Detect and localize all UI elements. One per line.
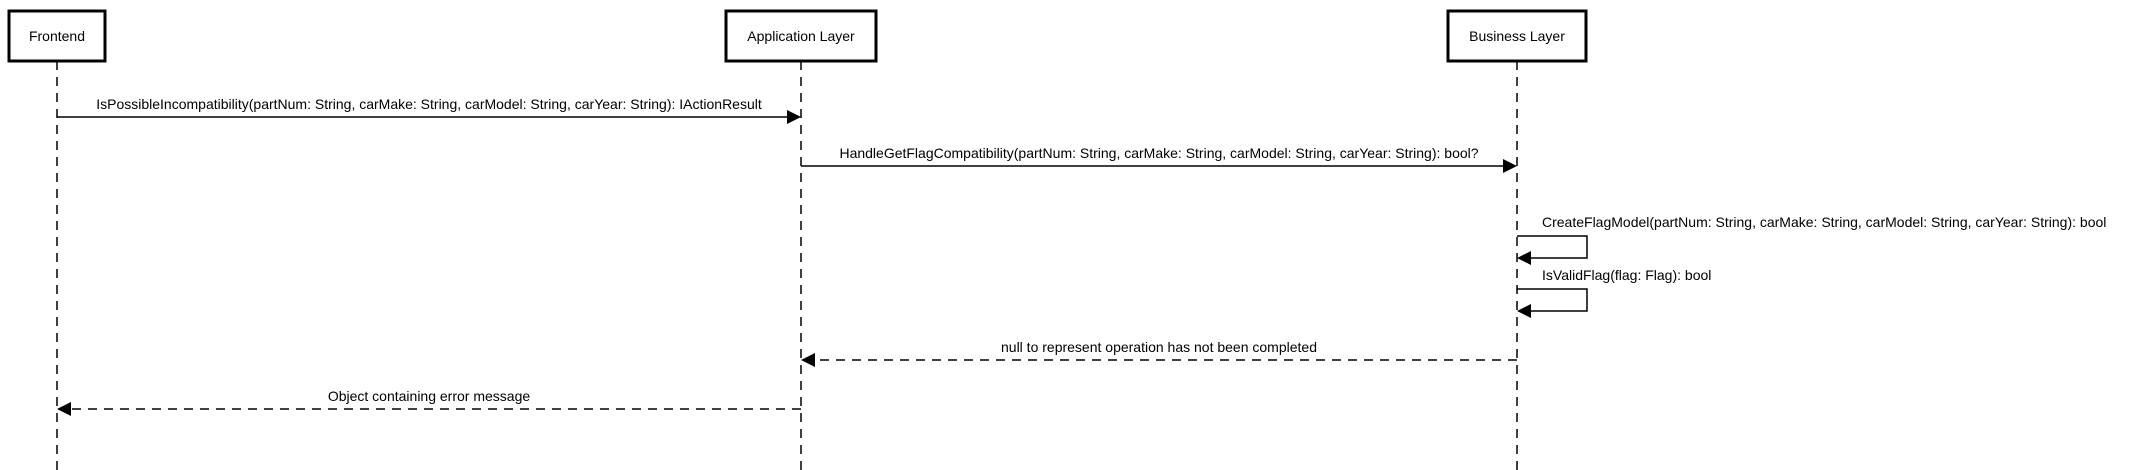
message-3: CreateFlagModel(partNum: String, carMake… <box>1517 214 2106 265</box>
message-label: HandleGetFlagCompatibility(partNum: Stri… <box>839 145 1478 161</box>
participant-label-business: Business Layer <box>1469 28 1565 44</box>
sequence-diagram: Frontend Application Layer Business Layer … <box>7 9 2106 470</box>
arrow-head <box>57 402 71 416</box>
message-2: HandleGetFlagCompatibility(partNum: Stri… <box>801 145 1517 173</box>
message-5: null to represent operation has not been… <box>801 339 1517 367</box>
participant-label-app: Application Layer <box>747 28 855 44</box>
message-label: null to represent operation has not been… <box>1001 339 1317 355</box>
messages-layer: IsPossibleIncompatibility(partNum: Strin… <box>57 96 2106 416</box>
message-4: IsValidFlag(flag: Flag): bool <box>1517 267 1711 318</box>
message-label: IsValidFlag(flag: Flag): bool <box>1542 267 1711 283</box>
participant-label-frontend: Frontend <box>29 28 85 44</box>
arrow-head <box>787 110 801 124</box>
message-6: Object containing error message <box>57 388 801 416</box>
arrow-head <box>801 353 815 367</box>
message-1: IsPossibleIncompatibility(partNum: Strin… <box>57 96 801 124</box>
message-label: CreateFlagModel(partNum: String, carMake… <box>1542 214 2106 230</box>
arrow-head <box>1517 304 1531 318</box>
message-label: Object containing error message <box>328 388 531 404</box>
participants-layer: Frontend Application Layer Business Layer <box>7 9 1588 63</box>
arrow-head <box>1517 251 1531 265</box>
message-label: IsPossibleIncompatibility(partNum: Strin… <box>96 96 762 112</box>
arrow-head <box>1503 159 1517 173</box>
